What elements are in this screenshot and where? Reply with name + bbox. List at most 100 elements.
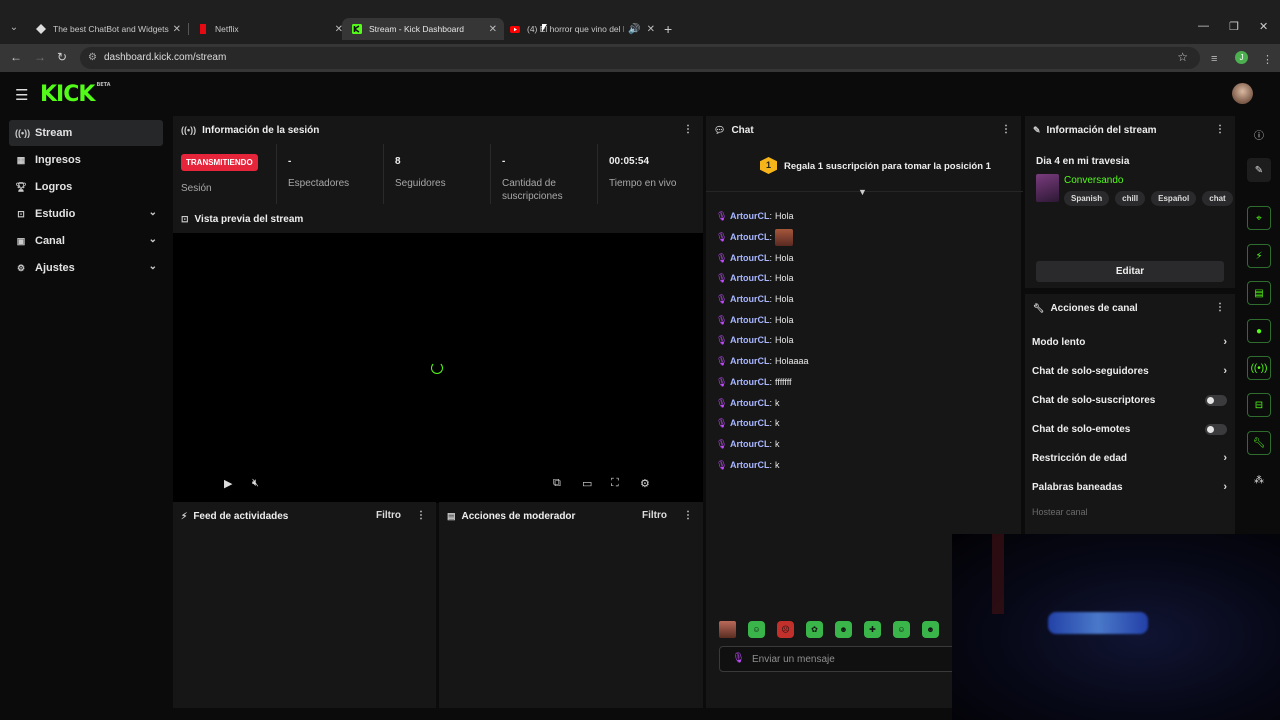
chat-message[interactable]: 🎙︎ ArtourCL: k [716,392,809,413]
sidebar-item-logros[interactable]: 🏆︎ Logros [9,174,163,200]
chat-username[interactable]: ArtourCL [730,460,770,470]
chat-username[interactable]: ArtourCL [730,398,770,408]
kebab-menu-icon[interactable]: ⋮ [683,510,693,521]
stream-category[interactable]: Conversando [1064,175,1123,186]
chat-message[interactable]: 🎙︎ ArtourCL: Hola [716,206,809,227]
emote-button[interactable] [719,621,736,638]
site-settings-icon[interactable]: ⚙ [88,52,97,63]
chat-username[interactable]: ArtourCL [730,253,770,263]
chat-message[interactable]: 🎙︎ ArtourCL: k [716,434,809,455]
chat-bubble-icon[interactable]: ● [1247,319,1271,343]
new-tab-plus-icon[interactable]: + [664,21,672,37]
emote-button[interactable]: ☺ [748,621,765,638]
close-tab-icon[interactable]: ✕ [489,24,497,35]
add-widget-icon[interactable]: ⁂ [1247,468,1271,492]
theater-mode-icon[interactable]: ▭ [582,477,592,490]
omnibox[interactable]: ⚙ dashboard.kick.com/stream ☆ [80,47,1200,69]
chat-message[interactable]: 🎙︎ ArtourCL: fffffff [716,372,809,393]
broadcast-icon[interactable]: ((•)) [1247,356,1271,380]
emote-button[interactable]: ✿ [806,621,823,638]
chat-message[interactable]: 🎙︎ ArtourCL: Hola [716,330,809,351]
chat-username[interactable]: ArtourCL [730,377,770,387]
kebab-menu-icon[interactable]: ⋮ [416,510,426,521]
chat-username[interactable]: ArtourCL [730,356,770,366]
minimize-icon[interactable]: — [1198,20,1209,32]
chat-username[interactable]: ArtourCL [730,273,770,283]
chat-message[interactable]: 🎙︎ ArtourCL: k [716,454,809,475]
kebab-menu-icon[interactable]: ⋮ [1215,124,1225,135]
chat-username[interactable]: ArtourCL [730,418,770,428]
filter-button[interactable]: Filtro [642,510,667,521]
focus-icon[interactable]: ⌖ [1247,206,1271,230]
bookmark-star-icon[interactable]: ☆ [1177,50,1188,64]
chat-username[interactable]: ArtourCL [730,211,770,221]
edit-stream-info-button[interactable]: Editar [1036,261,1224,282]
wrench-icon[interactable]: 🔧︎ [1247,431,1271,455]
chat-message[interactable]: 🎙︎ ArtourCL: Hola [716,268,809,289]
browser-tab-netflix[interactable]: Netflix ✕ [188,18,350,40]
action-host-channel[interactable]: Hostear canal [1032,502,1229,522]
browser-profile-avatar[interactable]: J [1235,51,1248,64]
sidebar-item-canal[interactable]: ▣ Canal ⌄ [9,228,163,254]
close-tab-icon[interactable]: ✕ [173,24,181,35]
restore-icon[interactable]: ❐ [1229,20,1239,33]
clipboard-icon[interactable]: ▤ [1247,281,1271,305]
action-age-restriction[interactable]: Restricción de edad › [1032,448,1229,468]
video-player[interactable]: ▶ 🔇︎ ⧉ ▭ ⛶ ⚙ [173,233,703,503]
sidebar-item-estudio[interactable]: ⊡ Estudio ⌄ [9,201,163,227]
chat-username[interactable]: ArtourCL [730,335,770,345]
sidebar-item-ajustes[interactable]: ⚙ Ajustes ⌄ [9,255,163,281]
emote-button[interactable]: ☻ [922,621,939,638]
forward-arrow-icon[interactable]: → [34,50,46,64]
user-avatar[interactable] [1232,83,1253,104]
chat-message[interactable]: 🎙︎ ArtourCL: Hola [716,289,809,310]
hamburger-menu-icon[interactable]: ☰ [15,86,28,104]
sidebar-item-stream[interactable]: ((•)) Stream [9,120,163,146]
chat-username[interactable]: ArtourCL [730,315,770,325]
speaker-icon[interactable]: 🔊 [628,24,640,35]
mute-icon[interactable]: 🔇︎ [252,477,259,490]
back-arrow-icon[interactable]: ← [10,50,22,64]
action-banned-words[interactable]: Palabras baneadas › [1032,477,1229,497]
sidebar-item-ingresos[interactable]: ▦ Ingresos [9,147,163,173]
action-slow-mode[interactable]: Modo lento › [1032,332,1229,352]
action-followers-only[interactable]: Chat de solo-seguidores › [1032,361,1229,381]
chat-username[interactable]: ArtourCL [730,232,770,242]
layout-icon[interactable]: ⊟ [1247,393,1271,417]
kebab-menu-icon[interactable]: ⋮ [1215,302,1225,313]
kebab-menu-icon[interactable]: ⋮ [1001,124,1011,135]
kebab-menu-icon[interactable]: ⋮ [683,124,693,135]
emotes-only-toggle[interactable] [1205,423,1227,435]
info-icon[interactable]: ⓘ [1247,122,1271,146]
chat-message[interactable]: 🎙︎ ArtourCL: k [716,413,809,434]
subscribers-only-toggle[interactable] [1205,394,1227,406]
pencil-icon[interactable]: ✎ [1247,158,1271,182]
extensions-icon[interactable]: ≡ [1211,53,1217,65]
close-window-icon[interactable]: ✕ [1259,20,1268,33]
chat-message[interactable]: 🎙︎ ArtourCL: Hola [716,309,809,330]
browser-menu-icon[interactable]: ⋮ [1262,53,1273,66]
reload-icon[interactable]: ↻ [57,50,67,64]
emote-button[interactable]: ☹ [777,621,794,638]
play-icon[interactable]: ▶ [224,477,232,490]
fullscreen-icon[interactable]: ⛶ [611,477,619,490]
emote-button[interactable]: ✚ [864,621,881,638]
mini-player-icon[interactable]: ⧉ [553,477,561,490]
pinned-sub-gift-banner[interactable]: 1 Regala 1 suscripción para tomar la pos… [706,146,1023,197]
filter-button[interactable]: Filtro [376,510,401,521]
chat-username[interactable]: ArtourCL [730,439,770,449]
chat-message[interactable]: 🎙︎ ArtourCL: Hola [716,247,809,268]
browser-tab-kick-dashboard[interactable]: Stream - Kick Dashboard ✕ [342,18,504,40]
chat-message[interactable]: 🎙︎ ArtourCL: [716,227,809,248]
expand-arrow-icon[interactable]: ▼ [858,187,867,197]
browser-tab-chatbot[interactable]: The best ChatBot and Widgets ✕ [26,18,188,40]
settings-gear-icon[interactable]: ⚙ [640,477,650,490]
emote-button[interactable]: ☻ [835,621,852,638]
emote-button[interactable]: ☺ [893,621,910,638]
chat-message[interactable]: 🎙︎ ArtourCL: Holaaaa [716,351,809,372]
tab-search-icon[interactable]: ⌄ [6,22,22,36]
browser-tab-youtube[interactable]: (4) El horror que vino del M 🔊 ✕ [500,18,662,40]
kick-logo[interactable]: KICK BETA [40,82,111,107]
chat-username[interactable]: ArtourCL [730,294,770,304]
lightning-icon[interactable]: ⚡︎ [1247,244,1271,268]
